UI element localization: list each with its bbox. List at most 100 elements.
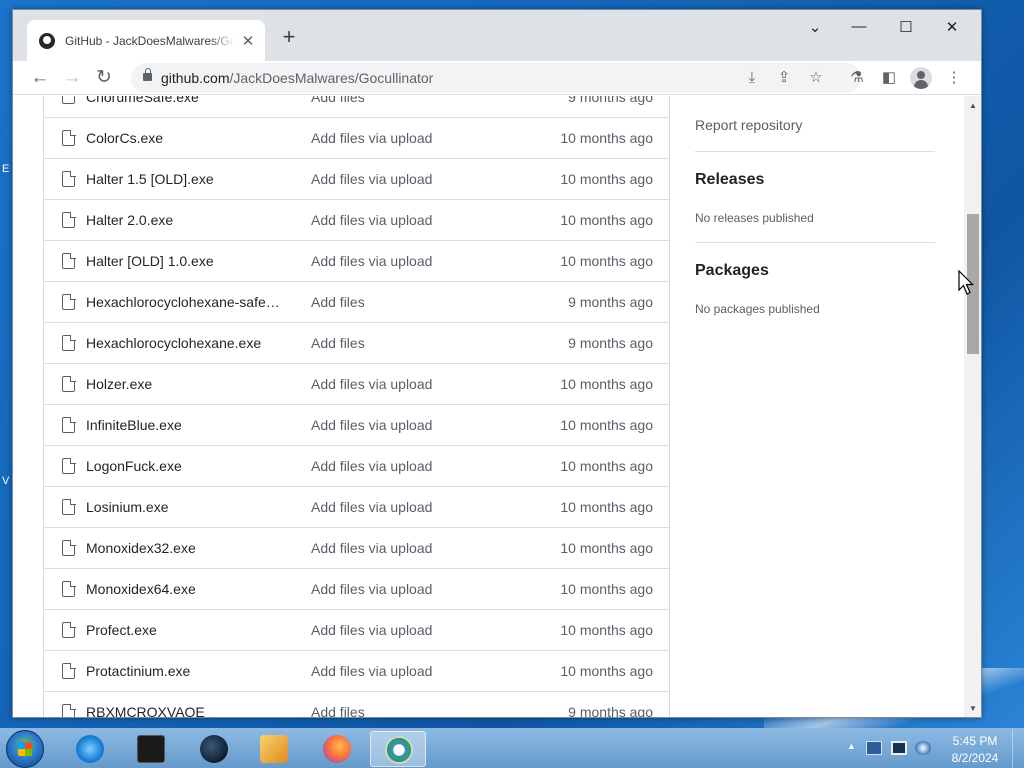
commit-age: 10 months ago [560, 417, 653, 433]
back-icon[interactable]: ← [27, 65, 53, 91]
packages-heading[interactable]: Packages [695, 262, 769, 280]
new-tab-icon[interactable]: + [277, 26, 301, 48]
share-icon[interactable]: ⇪ [773, 67, 795, 89]
desktop-icon-label-fragment: E [2, 163, 10, 175]
minimize-icon[interactable]: — [839, 18, 879, 35]
file-name-link[interactable]: Holzer.exe [86, 376, 281, 392]
tray-expand-icon[interactable]: ▲ [847, 741, 856, 751]
commit-message-link[interactable]: Add files via upload [311, 417, 432, 433]
commit-message-link[interactable]: Add files via upload [311, 622, 432, 638]
tab-close-icon[interactable]: ✕ [239, 32, 257, 50]
page-scrollbar[interactable]: ▲ ▼ [964, 96, 981, 717]
reload-icon[interactable]: ↻ [91, 65, 117, 91]
commit-message-link[interactable]: Add files via upload [311, 171, 432, 187]
bookmark-star-icon[interactable]: ☆ [805, 67, 827, 89]
file-icon [62, 334, 76, 351]
file-name-link[interactable]: ChorumeSafe.exe [86, 96, 281, 105]
file-icon [62, 129, 76, 146]
file-name-link[interactable]: LogonFuck.exe [86, 458, 281, 474]
commit-message-link[interactable]: Add files via upload [311, 540, 432, 556]
commit-message-link[interactable]: Add files via upload [311, 581, 432, 597]
tray-app-icon[interactable] [866, 741, 882, 755]
clock-date[interactable]: 8/2/2024 [945, 751, 1005, 765]
commit-message-link[interactable]: Add files [311, 704, 365, 717]
commit-message-link[interactable]: Add files via upload [311, 376, 432, 392]
commit-message-link[interactable]: Add files via upload [311, 663, 432, 679]
app-taskbar-button[interactable] [186, 731, 242, 767]
scroll-down-icon[interactable]: ▼ [964, 701, 981, 717]
profile-avatar-icon[interactable] [910, 67, 932, 89]
start-button[interactable] [6, 730, 44, 768]
file-icon [62, 96, 75, 104]
scroll-up-icon[interactable]: ▲ [964, 98, 981, 114]
network-icon[interactable] [891, 741, 907, 755]
file-name-link[interactable]: ColorCs.exe [86, 130, 281, 146]
commit-message-link[interactable]: Add files via upload [311, 253, 432, 269]
commit-message-link[interactable]: Add files via upload [311, 130, 432, 146]
commit-age: 10 months ago [560, 130, 653, 146]
file-name-link[interactable]: Monoxidex32.exe [86, 540, 281, 556]
show-desktop-button[interactable] [1012, 729, 1024, 768]
commit-message-link[interactable]: Add files [311, 335, 365, 351]
file-row[interactable]: Halter [OLD] 1.0.exe Add files via upload… [44, 240, 669, 281]
chrome-taskbar-button[interactable] [370, 731, 426, 767]
terminal-taskbar-button[interactable] [123, 731, 179, 767]
tab-title: GitHub - JackDoesMalwares/Gocullinator [65, 33, 235, 48]
file-row[interactable]: RBXMCROXVAOE Add files 9 months ago [44, 691, 669, 717]
file-name-link[interactable]: InfiniteBlue.exe [86, 417, 281, 433]
file-name-link[interactable]: Halter 1.5 [OLD].exe [86, 171, 281, 187]
releases-heading[interactable]: Releases [695, 171, 764, 189]
commit-message-link[interactable]: Add files [311, 96, 365, 105]
commit-message-link[interactable]: Add files [311, 294, 365, 310]
file-row[interactable]: Losinium.exe Add files via upload 10 month… [44, 486, 669, 527]
file-icon [62, 293, 76, 310]
file-name-link[interactable]: Halter [OLD] 1.0.exe [86, 253, 281, 269]
maximize-icon[interactable]: ☐ [886, 18, 926, 36]
file-row[interactable]: Halter 1.5 [OLD].exe Add files via upload… [44, 158, 669, 199]
labs-flask-icon[interactable]: ⚗ [844, 65, 870, 91]
side-panel-icon[interactable]: ◧ [876, 65, 902, 91]
file-row[interactable]: Monoxidex64.exe Add files via upload 10 mo… [44, 568, 669, 609]
internet-explorer-taskbar-button[interactable] [62, 731, 118, 767]
commit-age: 10 months ago [560, 253, 653, 269]
commit-message-link[interactable]: Add files via upload [311, 458, 432, 474]
file-name-link[interactable]: Losinium.exe [86, 499, 281, 515]
file-row[interactable]: Holzer.exe Add files via upload 10 months … [44, 363, 669, 404]
install-app-icon[interactable]: ⤓ [741, 67, 763, 89]
file-row[interactable]: Hexachlorocyclohexane-safety.exe Add file… [44, 281, 669, 322]
file-name-link[interactable]: Hexachlorocyclohexane-safety.exe [86, 294, 281, 310]
file-name-link[interactable]: Hexachlorocyclohexane.exe [86, 335, 281, 351]
file-name-link[interactable]: Profect.exe [86, 622, 281, 638]
forward-icon[interactable]: → [59, 65, 85, 91]
commit-message-link[interactable]: Add files via upload [311, 499, 432, 515]
file-row[interactable]: InfiniteBlue.exe Add files via upload 10 m… [44, 404, 669, 445]
file-name-link[interactable]: Monoxidex64.exe [86, 581, 281, 597]
file-row[interactable]: Hexachlorocyclohexane.exe Add files 9 mont… [44, 322, 669, 363]
commit-age: 9 months ago [568, 96, 653, 105]
report-repository-link[interactable]: Report repository [695, 117, 802, 133]
file-row[interactable]: ChorumeSafe.exe Add files 9 months ago [44, 96, 669, 117]
volume-icon[interactable] [915, 741, 931, 755]
dark-globe-icon [200, 735, 228, 763]
commit-message-link[interactable]: Add files via upload [311, 212, 432, 228]
commit-age: 10 months ago [560, 171, 653, 187]
file-row[interactable]: Monoxidex32.exe Add files via upload 10 mo… [44, 527, 669, 568]
file-name-link[interactable]: Protactinium.exe [86, 663, 281, 679]
file-icon [62, 252, 76, 269]
media-player-taskbar-button[interactable] [246, 731, 302, 767]
close-window-icon[interactable]: ✕ [932, 18, 972, 36]
file-row[interactable]: ColorCs.exe Add files via upload 10 months… [44, 117, 669, 158]
address-bar[interactable]: github.com/JackDoesMalwares/Gocullinator… [131, 63, 861, 93]
file-row[interactable]: Profect.exe Add files via upload 10 months… [44, 609, 669, 650]
commit-age: 10 months ago [560, 212, 653, 228]
file-row[interactable]: Halter 2.0.exe Add files via upload 10 mon… [44, 199, 669, 240]
file-name-link[interactable]: RBXMCROXVAOE [86, 704, 281, 717]
file-row[interactable]: LogonFuck.exe Add files via upload 10 mont… [44, 445, 669, 486]
clock-time[interactable]: 5:45 PM [945, 734, 1005, 748]
tab-search-icon[interactable]: ⌄ [795, 18, 835, 36]
menu-kebab-icon[interactable]: ⋮ [941, 65, 967, 91]
firefox-taskbar-button[interactable] [309, 731, 365, 767]
file-row[interactable]: Protactinium.exe Add files via upload 10 m… [44, 650, 669, 691]
browser-tab[interactable]: GitHub - JackDoesMalwares/Gocullinator ✕ [27, 20, 265, 61]
file-name-link[interactable]: Halter 2.0.exe [86, 212, 281, 228]
